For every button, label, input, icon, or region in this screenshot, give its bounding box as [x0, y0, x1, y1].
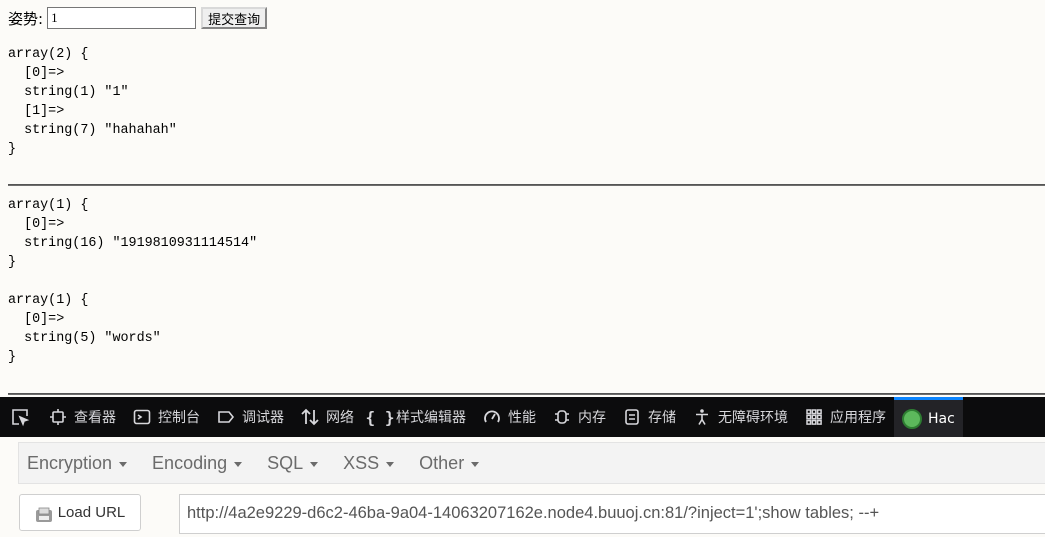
chevron-down-icon: [310, 461, 319, 467]
divider: [8, 393, 1045, 395]
hackbar-menu: Encryption Encoding SQL XSS Other: [18, 442, 1045, 484]
menu-sql[interactable]: SQL: [267, 452, 319, 474]
menu-label: Encryption: [27, 452, 113, 473]
accessibility-icon: [692, 407, 712, 427]
inject-input[interactable]: 1: [47, 7, 197, 29]
tab-debugger[interactable]: 调试器: [208, 397, 292, 437]
network-icon: [300, 407, 320, 427]
menu-label: Encoding: [152, 452, 228, 473]
output-block-2: array(1) { [0]=> string(16) "19198109311…: [8, 198, 258, 270]
chevron-down-icon: [386, 461, 395, 467]
tab-label: 样式编辑器: [396, 410, 466, 426]
menu-other[interactable]: Other: [419, 452, 480, 474]
menu-label: Other: [419, 452, 465, 473]
load-url-button[interactable]: Load URL: [19, 494, 141, 531]
tab-accessibility[interactable]: 无障碍环境: [684, 397, 796, 437]
chevron-down-icon: [234, 461, 243, 467]
menu-label: SQL: [267, 452, 304, 473]
tab-memory[interactable]: 内存: [544, 397, 614, 437]
tab-inspector[interactable]: 查看器: [40, 397, 124, 437]
menu-encryption[interactable]: Encryption: [27, 452, 128, 474]
menu-xss[interactable]: XSS: [343, 452, 395, 474]
hackbar-icon: [902, 408, 922, 429]
tab-label: 内存: [578, 410, 606, 426]
tab-network[interactable]: 网络: [292, 397, 362, 437]
tab-label: 性能: [508, 410, 536, 426]
inspector-icon: [48, 407, 68, 427]
storage-icon: [622, 407, 642, 427]
load-url-icon: [35, 507, 53, 523]
tab-label: Hac: [928, 410, 955, 427]
tab-label: 应用程序: [830, 410, 886, 426]
divider: [8, 184, 1045, 186]
tab-hackbar[interactable]: Hac: [894, 397, 963, 437]
element-picker-icon[interactable]: [0, 397, 40, 437]
output-block-1: array(2) { [0]=> string(1) "1" [1]=> str…: [8, 47, 177, 157]
menu-label: XSS: [343, 452, 380, 473]
tab-label: 控制台: [158, 410, 200, 426]
url-input[interactable]: http://4a2e9229-d6c2-46ba-9a04-140632071…: [179, 494, 1045, 534]
tab-storage[interactable]: 存储: [614, 397, 684, 437]
tab-label: 存储: [648, 410, 676, 426]
chevron-down-icon: [471, 461, 480, 467]
tab-label: 调试器: [242, 410, 284, 426]
tab-console[interactable]: 控制台: [124, 397, 208, 437]
debugger-icon: [216, 407, 236, 427]
tab-label: 查看器: [74, 410, 116, 426]
output-block-3: array(1) { [0]=> string(5) "words" }: [8, 293, 161, 365]
style-editor-icon: { }: [365, 407, 395, 427]
tab-label: 网络: [326, 410, 354, 426]
memory-icon: [552, 407, 572, 427]
hackbar-panel: Encryption Encoding SQL XSS Other Load U…: [0, 437, 1045, 537]
devtools-toolbar: 查看器 控制台 调试器 网络 { } 样式编辑器 性能 内存 存储 无障碍环境 …: [0, 397, 1045, 437]
form-label: 姿势:: [8, 9, 44, 28]
console-icon: [132, 407, 152, 427]
application-icon: [804, 407, 824, 427]
tab-label: 无障碍环境: [718, 410, 788, 426]
performance-icon: [482, 407, 502, 427]
chevron-down-icon: [119, 461, 128, 467]
tab-application[interactable]: 应用程序: [796, 397, 894, 437]
tab-performance[interactable]: 性能: [474, 397, 544, 437]
page-content: 姿势: 1 提交查询 array(2) { [0]=> string(1) "1…: [0, 0, 1045, 397]
query-form: 姿势: 1 提交查询: [8, 6, 268, 30]
tab-style-editor[interactable]: { } 样式编辑器: [362, 397, 474, 437]
submit-button[interactable]: 提交查询: [201, 7, 268, 29]
menu-encoding[interactable]: Encoding: [152, 452, 243, 474]
load-url-label: Load URL: [57, 504, 126, 521]
